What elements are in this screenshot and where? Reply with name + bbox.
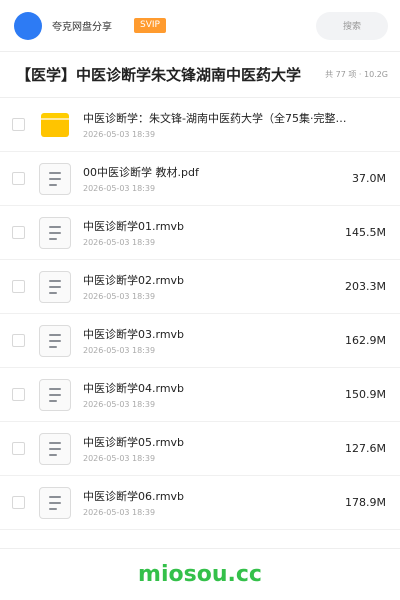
search-placeholder: 搜索 xyxy=(342,22,361,32)
app-header: 夸克网盘分享 SVIP 搜索 xyxy=(0,0,400,52)
file-size: 150.9M xyxy=(345,388,386,401)
file-date: 2026-05-03 18:39 xyxy=(83,400,156,409)
document-icon xyxy=(39,324,71,357)
select-checkbox[interactable] xyxy=(12,118,25,131)
file-date: 2026-05-03 18:39 xyxy=(83,292,156,301)
file-name: 中医诊断学03.rmvb xyxy=(83,328,185,341)
file-size: 37.0M xyxy=(352,172,386,185)
svip-badge[interactable]: SVIP xyxy=(134,18,166,33)
file-name: 中医诊断学04.rmvb xyxy=(83,382,185,395)
file-size: 178.9M xyxy=(345,496,386,509)
file-date: 2026-05-03 18:39 xyxy=(83,508,156,517)
file-list: 中医诊断学：朱文锋-湖南中医药大学（全75集·完整… 2026-05-03 18… xyxy=(0,98,400,530)
document-icon xyxy=(39,432,71,465)
avatar[interactable] xyxy=(14,11,42,40)
file-size: 203.3M xyxy=(345,280,386,293)
select-checkbox[interactable] xyxy=(12,496,25,509)
app-brand: 夸克网盘分享 xyxy=(52,22,112,33)
file-date: 2026-05-03 18:39 xyxy=(83,346,156,355)
document-icon xyxy=(39,216,71,249)
file-name: 中医诊断学：朱文锋-湖南中医药大学（全75集·完整… xyxy=(83,112,347,125)
select-checkbox[interactable] xyxy=(12,388,25,401)
select-checkbox[interactable] xyxy=(12,334,25,347)
list-item[interactable]: 中医诊断学06.rmvb 2026-05-03 18:39 178.9M xyxy=(0,476,400,530)
select-checkbox[interactable] xyxy=(12,226,25,239)
footer-brand[interactable]: miosou.cc xyxy=(138,562,262,587)
page-title: 【医学】中医诊断学朱文锋湖南中医药大学 xyxy=(16,66,302,84)
file-name: 00中医诊断学 教材.pdf xyxy=(83,166,199,179)
file-date: 2026-05-03 18:39 xyxy=(83,238,156,247)
list-item[interactable]: 中医诊断学04.rmvb 2026-05-03 18:39 150.9M xyxy=(0,368,400,422)
list-item[interactable]: 中医诊断学05.rmvb 2026-05-03 18:39 127.6M xyxy=(0,422,400,476)
list-item[interactable]: 中医诊断学：朱文锋-湖南中医药大学（全75集·完整… 2026-05-03 18… xyxy=(0,98,400,152)
select-checkbox[interactable] xyxy=(12,172,25,185)
document-icon xyxy=(39,270,71,303)
file-size: 127.6M xyxy=(345,442,386,455)
footer: miosou.cc xyxy=(0,548,400,600)
file-name: 中医诊断学06.rmvb xyxy=(83,490,185,503)
file-name: 中医诊断学01.rmvb xyxy=(83,220,185,233)
list-item[interactable]: 中医诊断学03.rmvb 2026-05-03 18:39 162.9M xyxy=(0,314,400,368)
file-date: 2026-05-03 18:39 xyxy=(83,130,156,139)
document-icon xyxy=(39,378,71,411)
document-icon xyxy=(39,162,71,195)
file-size: 145.5M xyxy=(345,226,386,239)
file-date: 2026-05-03 18:39 xyxy=(83,454,156,463)
search-input[interactable]: 搜索 xyxy=(316,11,388,40)
file-size: 162.9M xyxy=(345,334,386,347)
share-title-row: 【医学】中医诊断学朱文锋湖南中医药大学 共 77 项 · 10.2G xyxy=(0,52,400,98)
file-name: 中医诊断学02.rmvb xyxy=(83,274,185,287)
folder-icon xyxy=(39,109,71,141)
file-date: 2026-05-03 18:39 xyxy=(83,184,156,193)
list-item[interactable]: 00中医诊断学 教材.pdf 2026-05-03 18:39 37.0M xyxy=(0,152,400,206)
select-checkbox[interactable] xyxy=(12,442,25,455)
document-icon xyxy=(39,486,71,519)
file-name: 中医诊断学05.rmvb xyxy=(83,436,185,449)
share-meta: 共 77 项 · 10.2G xyxy=(325,70,388,79)
list-item[interactable]: 中医诊断学01.rmvb 2026-05-03 18:39 145.5M xyxy=(0,206,400,260)
select-checkbox[interactable] xyxy=(12,280,25,293)
list-item[interactable]: 中医诊断学02.rmvb 2026-05-03 18:39 203.3M xyxy=(0,260,400,314)
